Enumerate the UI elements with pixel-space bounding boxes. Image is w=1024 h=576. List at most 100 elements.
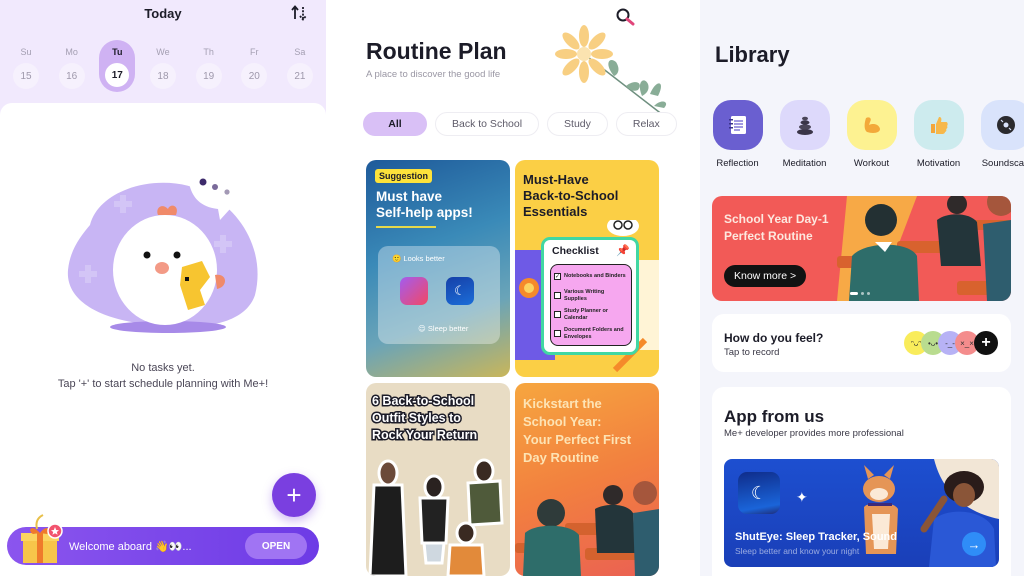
classroom-illustration xyxy=(837,196,1011,301)
banner-title-line: School Year Day-1 xyxy=(724,212,829,226)
fitness-app-icon xyxy=(400,277,428,305)
checklist-item: Study Planner or Calendar xyxy=(554,305,628,324)
thumbs-up-icon xyxy=(913,100,964,150)
know-more-button[interactable]: Know more > xyxy=(724,265,807,287)
app-from-us-section: App from us Me+ developer provides more … xyxy=(712,387,1011,576)
app-subtitle: Sleep better and know your night xyxy=(735,546,860,556)
chip-back-to-school[interactable]: Back to School xyxy=(435,112,540,136)
day-wednesday[interactable]: We 18 xyxy=(145,40,181,92)
shuteye-app-icon: ☾ xyxy=(738,472,780,514)
category-workout[interactable]: Workout xyxy=(846,100,897,169)
day-thursday[interactable]: Th 19 xyxy=(191,40,227,92)
carousel-dot[interactable] xyxy=(867,292,870,295)
tile-title-line: 6 Back-to-School xyxy=(370,393,475,410)
tile-title-line: Must have xyxy=(376,189,443,204)
checklist-item: ✓ Notebooks and Binders xyxy=(554,267,628,286)
checklist-item-text: Various Writing Supplies xyxy=(564,289,605,302)
checklist-title: Checklist xyxy=(552,245,599,257)
sort-arrows-icon[interactable] xyxy=(290,4,308,22)
category-soundscape[interactable]: Soundscap xyxy=(980,100,1024,169)
section-title: App from us xyxy=(724,407,825,426)
day-date: 21 xyxy=(286,63,313,89)
chip-study[interactable]: Study xyxy=(547,112,608,136)
notebook-icon xyxy=(712,100,763,150)
tile-title: Must-Have Back-to-School Essentials xyxy=(523,172,618,220)
outfit-models-photo xyxy=(368,458,504,576)
checklist-item-text: Document Folders and Envelopes xyxy=(564,327,624,340)
moon-app-icon: ☾ xyxy=(446,277,474,305)
carousel-dot-active[interactable] xyxy=(850,292,858,295)
checkbox xyxy=(554,311,561,318)
checkbox xyxy=(554,330,561,337)
today-title: Today xyxy=(144,6,182,21)
day-name: Sa xyxy=(294,47,306,57)
add-mood-button[interactable]: + xyxy=(974,331,998,355)
chicken-mascot-illustration xyxy=(67,169,258,333)
flexed-bicep-icon xyxy=(846,100,897,150)
banner-title: School Year Day-1 Perfect Routine xyxy=(724,211,829,245)
category-label: Reflection xyxy=(716,158,759,169)
tile-self-help-apps[interactable]: Suggestion Must have Self-help apps! 🙂 L… xyxy=(366,160,510,377)
tile-title: 6 Back-to-School Outfit Styles to Rock Y… xyxy=(370,393,478,444)
looks-better-label: 🙂 Looks better xyxy=(392,254,445,263)
shuteye-app-card[interactable]: ☾ ✦ ShutEye: Sleep Tracker, Sound Sleep … xyxy=(724,459,999,567)
chip-relax[interactable]: Relax xyxy=(615,112,677,136)
tile-title-line: School Year: xyxy=(523,414,602,429)
banner-title-line: Perfect Routine xyxy=(724,229,813,243)
tile-title-line: Must-Have xyxy=(523,172,589,187)
day-name: Fr xyxy=(250,47,259,57)
tile-first-day-routine[interactable]: Kickstart the School Year: Your Perfect … xyxy=(515,383,659,576)
category-motivation[interactable]: Motivation xyxy=(913,100,964,169)
tile-title-line: Your Perfect First xyxy=(523,432,632,447)
arrow-right-icon[interactable]: → xyxy=(962,532,986,556)
day-date: 18 xyxy=(149,63,176,89)
tile-title-line: Outfit Styles to xyxy=(370,410,462,427)
day-friday[interactable]: Fr 20 xyxy=(236,40,272,92)
checklist-items: ✓ Notebooks and Binders Various Writing S… xyxy=(550,264,632,346)
mood-tracker-card[interactable]: How do you feel? Tap to record ᵔᴗᵔ •ᴗ• -… xyxy=(712,314,1011,372)
checklist-item: Various Writing Supplies xyxy=(554,286,628,305)
sparkle-icon: ✦ xyxy=(796,489,808,505)
checkbox-checked: ✓ xyxy=(554,273,561,280)
page-subtitle: A place to discover the good life xyxy=(366,69,501,80)
day-saturday[interactable]: Sa 21 xyxy=(282,40,318,92)
add-task-button[interactable]: + xyxy=(272,473,316,517)
week-strip: Su 15 Mo 16 Tu 17 We 18 Th 19 Fr 20 Sa 21 xyxy=(8,40,318,92)
day-date: 16 xyxy=(58,63,85,89)
category-label: Workout xyxy=(853,158,890,169)
day-name: Su xyxy=(20,47,32,57)
category-label: Soundscap xyxy=(981,158,1024,169)
category-reflection[interactable]: Reflection xyxy=(712,100,763,169)
day-tuesday-selected[interactable]: Tu 17 xyxy=(99,40,136,92)
day-date: 19 xyxy=(195,63,222,89)
routine-plan-panel: Routine Plan A place to discover the goo… xyxy=(326,0,700,576)
day-name: We xyxy=(156,47,170,57)
empty-state-message: No tasks yet. Tap '+' to start schedule … xyxy=(0,360,326,392)
carousel-dots[interactable] xyxy=(850,292,870,295)
checklist-card: Checklist 📌 ✓ Notebooks and Binders Vario… xyxy=(541,237,639,355)
tile-back-to-school-essentials[interactable]: Must-Have Back-to-School Essentials Chec… xyxy=(515,160,659,377)
checklist-item-text: Study Planner or Calendar xyxy=(564,308,609,321)
page-title: Routine Plan xyxy=(366,38,507,64)
vinyl-disc-icon xyxy=(980,100,1024,150)
chip-all[interactable]: All xyxy=(363,112,427,136)
checklist-item: Document Folders and Envelopes xyxy=(554,324,628,343)
empty-line-2: Tap '+' to start schedule planning with … xyxy=(57,378,269,390)
open-button[interactable]: OPEN xyxy=(245,533,307,559)
welcome-banner[interactable]: Welcome aboard 👋👀... OPEN xyxy=(7,514,319,565)
page-title: Library xyxy=(715,42,790,67)
featured-banner[interactable]: School Year Day-1 Perfect Routine Know m… xyxy=(712,196,1011,301)
app-folder-preview: 🙂 Looks better ☾ 😌 Sleep better xyxy=(378,246,500,344)
mood-subtitle: Tap to record xyxy=(724,347,780,358)
tile-outfit-styles[interactable]: 6 Back-to-School Outfit Styles to Rock Y… xyxy=(366,383,510,576)
pin-icon: 📌 xyxy=(616,245,630,257)
day-monday[interactable]: Mo 16 xyxy=(54,40,90,92)
today-panel: Today Su 15 Mo 16 Tu 17 We 18 Th 19 Fr 20 Sa 21 xyxy=(0,0,326,576)
day-sunday[interactable]: Su 15 xyxy=(8,40,44,92)
day-name: Mo xyxy=(65,47,78,57)
carousel-dot[interactable] xyxy=(861,292,864,295)
category-meditation[interactable]: Meditation xyxy=(779,100,830,169)
checkbox xyxy=(554,292,561,299)
day-date: 20 xyxy=(241,63,268,89)
day-name: Tu xyxy=(112,47,123,57)
